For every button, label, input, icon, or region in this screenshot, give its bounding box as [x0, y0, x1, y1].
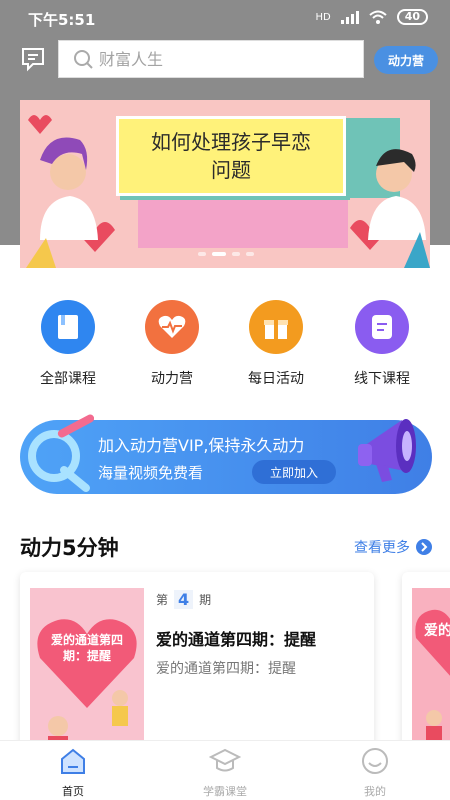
- chevron-right-icon: [416, 539, 432, 555]
- tab-classroom[interactable]: 学霸课堂: [180, 747, 270, 799]
- network-type: HD: [315, 11, 331, 23]
- course-card[interactable]: 爱的通道第四期：提醒 第 4 期 爱的通道第四期：提醒 爱的通道第四期：提醒: [20, 572, 374, 762]
- wifi-icon: [369, 10, 387, 24]
- search-bar[interactable]: [58, 40, 364, 78]
- status-indicators: HD 40: [315, 9, 428, 25]
- status-time: 下午5:51: [28, 11, 96, 29]
- graduation-cap-icon: [208, 748, 242, 772]
- issue-prefix: 第: [156, 593, 169, 607]
- signal-icon: [340, 10, 359, 24]
- home-icon: [61, 748, 85, 774]
- carousel-dot: [246, 252, 254, 256]
- carousel-dot: [198, 252, 206, 256]
- tab-label: 首页: [62, 785, 84, 798]
- megaphone-icon: [358, 419, 416, 482]
- carousel-dot-active: [212, 252, 226, 256]
- quick-menu-label: 线下课程: [354, 371, 410, 387]
- issue-number: 4: [174, 590, 194, 609]
- course-thumbnail-art: [412, 588, 450, 758]
- vip-subline: 海量视频免费看: [98, 464, 204, 482]
- issue-suffix: 期: [199, 593, 212, 607]
- banner-carousel[interactable]: 如何处理孩子早恋 问题: [20, 100, 430, 268]
- issue-label: 第 4 期: [156, 590, 211, 609]
- status-bar: 下午5:51 HD 40: [0, 0, 450, 34]
- banner-title-line1: 如何处理孩子早恋: [151, 130, 311, 154]
- banner-title: 如何处理孩子早恋 问题: [116, 116, 346, 196]
- search-input[interactable]: [99, 49, 319, 69]
- document-icon: [355, 300, 409, 354]
- bottom-tab-bar: 首页 学霸课堂 我的: [0, 740, 450, 800]
- battery-indicator: 40: [396, 9, 428, 25]
- search-icon: [74, 50, 93, 69]
- header: 动力营: [0, 40, 450, 80]
- book-icon: [41, 300, 95, 354]
- tab-home[interactable]: 首页: [28, 747, 118, 799]
- quick-menu-label: 每日活动: [248, 371, 304, 387]
- quick-menu-daily-activity[interactable]: 每日活动: [226, 300, 326, 388]
- quick-menu: 全部课程 动力营 每日活动 线下课程: [0, 300, 450, 395]
- tab-mine[interactable]: 我的: [330, 747, 420, 799]
- view-more-label: 查看更多: [354, 540, 410, 556]
- vip-headline: 加入动力营VIP,保持永久动力: [98, 436, 305, 455]
- course-thumbnail-art: [30, 588, 144, 758]
- quick-menu-power-camp[interactable]: 动力营: [122, 300, 222, 388]
- carousel-dots: [198, 252, 254, 256]
- vip-logo-icon: [28, 414, 94, 492]
- message-icon[interactable]: [20, 46, 46, 72]
- view-more-link[interactable]: 查看更多: [354, 537, 432, 557]
- quick-menu-label: 全部课程: [40, 371, 96, 387]
- gift-icon: [249, 300, 303, 354]
- join-now-button[interactable]: 立即加入: [252, 460, 336, 484]
- section-title: 动力5分钟: [20, 536, 119, 560]
- course-title: 爱的通道第四期：提醒: [156, 630, 317, 649]
- course-thumbnail-text: 爱的通道第四期：提醒: [50, 633, 123, 663]
- camp-button[interactable]: 动力营: [374, 46, 438, 74]
- tab-label: 我的: [364, 785, 386, 798]
- heartbeat-icon: [145, 300, 199, 354]
- vip-banner[interactable]: 加入动力营VIP,保持永久动力 海量视频免费看 立即加入: [20, 414, 432, 494]
- course-thumbnail: 爱的: [412, 588, 450, 758]
- banner-title-line2: 问题: [211, 158, 251, 182]
- course-thumbnail-text: 爱的: [424, 623, 450, 639]
- course-card-next[interactable]: 爱的: [402, 572, 450, 762]
- quick-menu-all-courses[interactable]: 全部课程: [18, 300, 118, 388]
- carousel-dot: [232, 252, 240, 256]
- smiley-icon: [362, 748, 388, 774]
- tab-label: 学霸课堂: [203, 785, 247, 798]
- course-subtitle: 爱的通道第四期：提醒: [156, 661, 296, 677]
- quick-menu-offline-courses[interactable]: 线下课程: [332, 300, 432, 388]
- quick-menu-label: 动力营: [151, 371, 193, 387]
- course-thumbnail: 爱的通道第四期：提醒: [30, 588, 144, 758]
